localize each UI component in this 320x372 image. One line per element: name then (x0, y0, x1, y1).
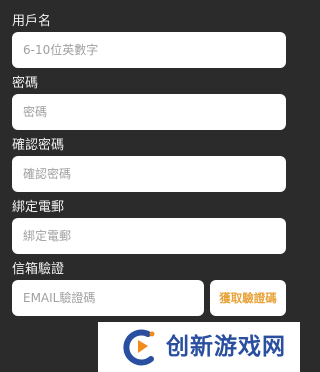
username-input[interactable] (12, 32, 286, 68)
password-field-container (12, 94, 286, 130)
username-label: 用戶名 (12, 14, 52, 29)
password-label: 密碼 (12, 76, 39, 91)
username-field-container (12, 32, 286, 68)
watermark-text: 创新游戏网 (166, 334, 286, 360)
verify-code-field-container (12, 280, 204, 316)
confirm-password-input[interactable] (12, 156, 286, 192)
watermark-banner: 创新游戏网 (98, 322, 300, 372)
email-verify-row: 獲取驗證碼 (12, 280, 286, 316)
watermark-logo-icon (123, 329, 155, 366)
registration-form: 用戶名 密碼 確認密碼 綁定電郵 信箱驗證 獲取驗證碼 (0, 0, 300, 372)
email-label: 綁定電郵 (12, 200, 65, 215)
email-verify-label: 信箱驗證 (12, 262, 65, 277)
confirm-password-label: 確認密碼 (12, 138, 65, 153)
confirm-password-field-container (12, 156, 286, 192)
email-field-container (12, 218, 286, 254)
password-input[interactable] (12, 94, 286, 130)
email-input[interactable] (12, 218, 286, 254)
get-verify-code-button[interactable]: 獲取驗證碼 (210, 280, 286, 316)
verify-code-input[interactable] (12, 280, 204, 316)
